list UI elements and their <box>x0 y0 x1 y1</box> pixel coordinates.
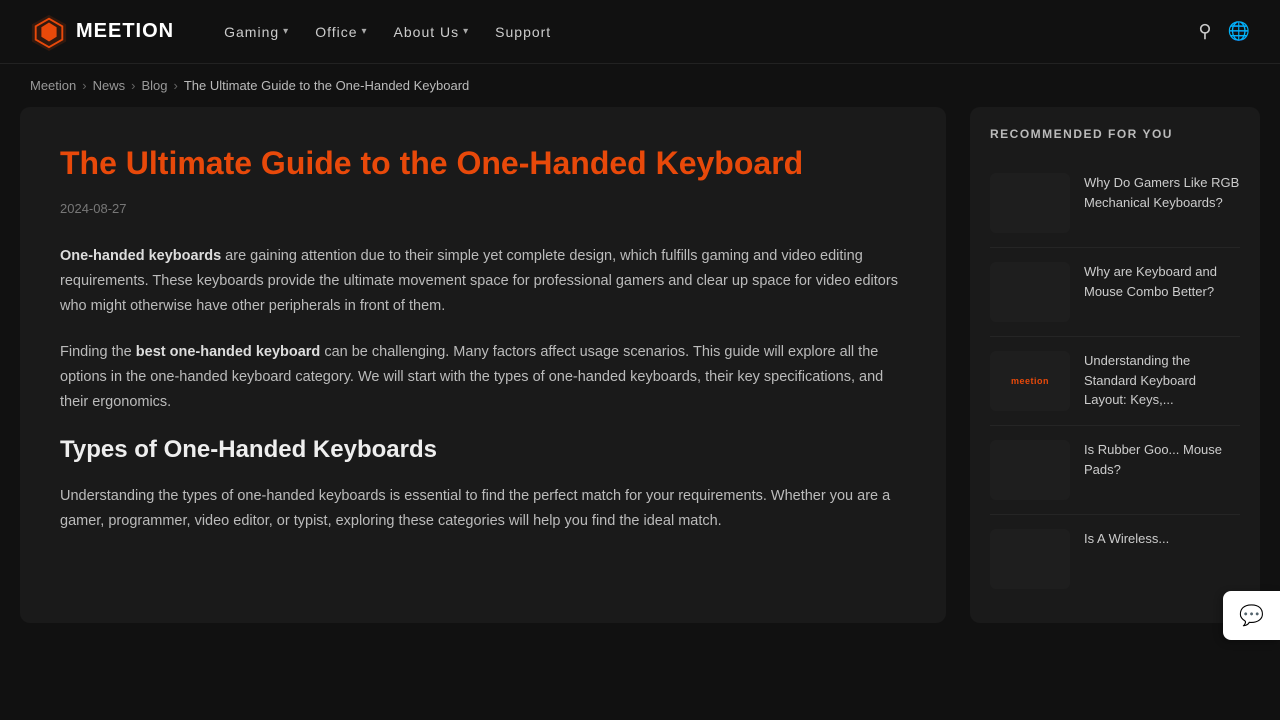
rec-title-0: Why Do Gamers Like RGB Mechanical Keyboa… <box>1084 173 1240 212</box>
sidebar-section: RECOMMENDED FOR YOU Why Do Gamers Like R… <box>970 107 1260 623</box>
about-chevron-icon: ▾ <box>463 26 469 37</box>
sidebar: RECOMMENDED FOR YOU Why Do Gamers Like R… <box>970 107 1260 623</box>
nav-about[interactable]: About Us ▾ <box>384 16 480 48</box>
article-para-2-start: Finding the <box>60 344 136 360</box>
logo-text: MEETION <box>76 20 174 43</box>
breadcrumb-meetion[interactable]: Meetion <box>30 78 76 93</box>
article-title: The Ultimate Guide to the One-Handed Key… <box>60 143 906 185</box>
main-nav: Gaming ▾ Office ▾ About Us ▾ Support <box>214 16 1198 48</box>
bold-one-handed: One-handed keyboards <box>60 248 221 264</box>
rec-thumb-1 <box>990 262 1070 322</box>
nav-office[interactable]: Office ▾ <box>305 16 377 48</box>
breadcrumb-sep-1: › <box>82 78 86 93</box>
article-para-1: One-handed keyboards are gaining attenti… <box>60 244 906 320</box>
chat-widget[interactable]: 💬 <box>1223 591 1280 640</box>
article: The Ultimate Guide to the One-Handed Key… <box>20 107 946 623</box>
header: MEETION Gaming ▾ Office ▾ About Us ▾ Sup… <box>0 0 1280 64</box>
search-icon[interactable]: ⚲ <box>1198 21 1211 42</box>
article-date: 2024-08-27 <box>60 201 906 216</box>
breadcrumb-sep-3: › <box>173 78 177 93</box>
breadcrumb: Meetion › News › Blog › The Ultimate Gui… <box>0 64 1280 107</box>
sidebar-section-title: RECOMMENDED FOR YOU <box>990 127 1240 141</box>
rec-thumb-2: meetion <box>990 351 1070 411</box>
office-chevron-icon: ▾ <box>362 26 368 37</box>
breadcrumb-news[interactable]: News <box>93 78 126 93</box>
rec-item-0[interactable]: Why Do Gamers Like RGB Mechanical Keyboa… <box>990 159 1240 248</box>
rec-title-1: Why are Keyboard and Mouse Combo Better? <box>1084 262 1240 301</box>
rec-thumb-4 <box>990 529 1070 589</box>
rec-item-1[interactable]: Why are Keyboard and Mouse Combo Better? <box>990 248 1240 337</box>
rec-title-4: Is A Wireless... <box>1084 529 1169 549</box>
bold-best: best one-handed keyboard <box>136 344 321 360</box>
rec-title-2: Understanding the Standard Keyboard Layo… <box>1084 351 1240 410</box>
nav-support[interactable]: Support <box>485 16 561 48</box>
breadcrumb-sep-2: › <box>131 78 135 93</box>
nav-right: ⚲ 🌐 <box>1198 21 1250 42</box>
breadcrumb-current: The Ultimate Guide to the One-Handed Key… <box>184 78 469 93</box>
gaming-chevron-icon: ▾ <box>283 26 289 37</box>
rec-item-2[interactable]: meetion Understanding the Standard Keybo… <box>990 337 1240 426</box>
logo[interactable]: MEETION <box>30 13 174 51</box>
rec-thumb-3 <box>990 440 1070 500</box>
language-icon[interactable]: 🌐 <box>1228 21 1250 42</box>
chat-icon: 💬 <box>1239 603 1264 628</box>
rec-item-3[interactable]: Is Rubber Goo... Mouse Pads? <box>990 426 1240 515</box>
rec-title-3: Is Rubber Goo... Mouse Pads? <box>1084 440 1240 479</box>
article-para-2: Finding the best one-handed keyboard can… <box>60 340 906 416</box>
section-para: Understanding the types of one-handed ke… <box>60 484 906 535</box>
breadcrumb-blog[interactable]: Blog <box>141 78 167 93</box>
rec-thumb-0 <box>990 173 1070 233</box>
article-body: One-handed keyboards are gaining attenti… <box>60 244 906 535</box>
rec-item-4[interactable]: Is A Wireless... <box>990 515 1240 603</box>
section-title: Types of One-Handed Keyboards <box>60 436 906 464</box>
main-layout: The Ultimate Guide to the One-Handed Key… <box>0 107 1280 663</box>
nav-gaming[interactable]: Gaming ▾ <box>214 16 299 48</box>
